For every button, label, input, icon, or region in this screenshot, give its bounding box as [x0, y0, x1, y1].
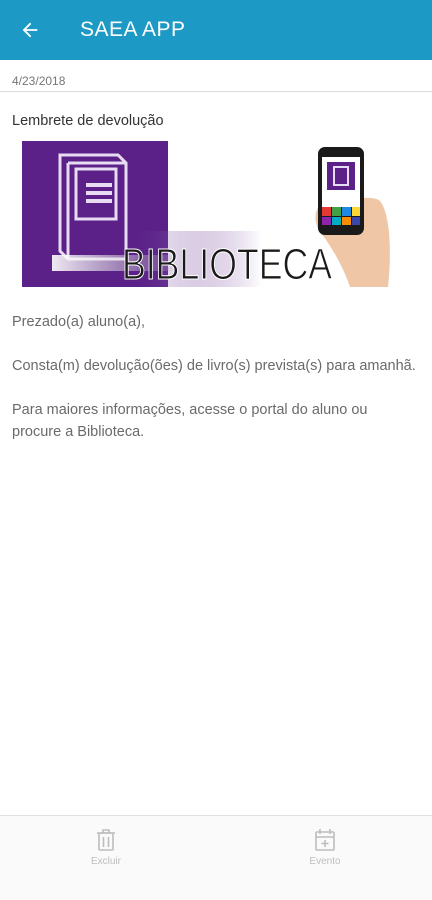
app-title: SAEA APP — [80, 18, 186, 41]
message-body: Prezado(a) aluno(a), Consta(m) devolução… — [12, 311, 420, 465]
calendar-add-icon — [315, 829, 335, 851]
bottom-action-bar: Excluir Evento — [0, 816, 432, 900]
library-banner-image: BIBLIOTECA — [22, 141, 390, 287]
trash-icon — [97, 829, 115, 851]
phone-icon — [318, 147, 364, 235]
event-label: Evento — [309, 856, 341, 867]
body-paragraph: Consta(m) devolução(ões) de livro(s) pre… — [12, 358, 416, 374]
back-button[interactable] — [0, 0, 60, 60]
delete-label: Excluir — [90, 856, 121, 867]
message-date: 4/23/2018 — [12, 74, 66, 88]
banner-word: BIBLIOTECA — [122, 240, 333, 287]
divider — [0, 91, 432, 92]
body-paragraph: Para maiores informações, acesse o porta… — [12, 402, 368, 440]
arrow-left-icon — [22, 22, 38, 38]
app-bar: SAEA APP — [0, 0, 432, 60]
body-paragraph: Prezado(a) aluno(a), — [12, 314, 145, 330]
delete-button[interactable]: Excluir — [66, 828, 146, 867]
event-button[interactable]: Evento — [285, 828, 365, 867]
message-subject: Lembrete de devolução — [12, 113, 164, 129]
